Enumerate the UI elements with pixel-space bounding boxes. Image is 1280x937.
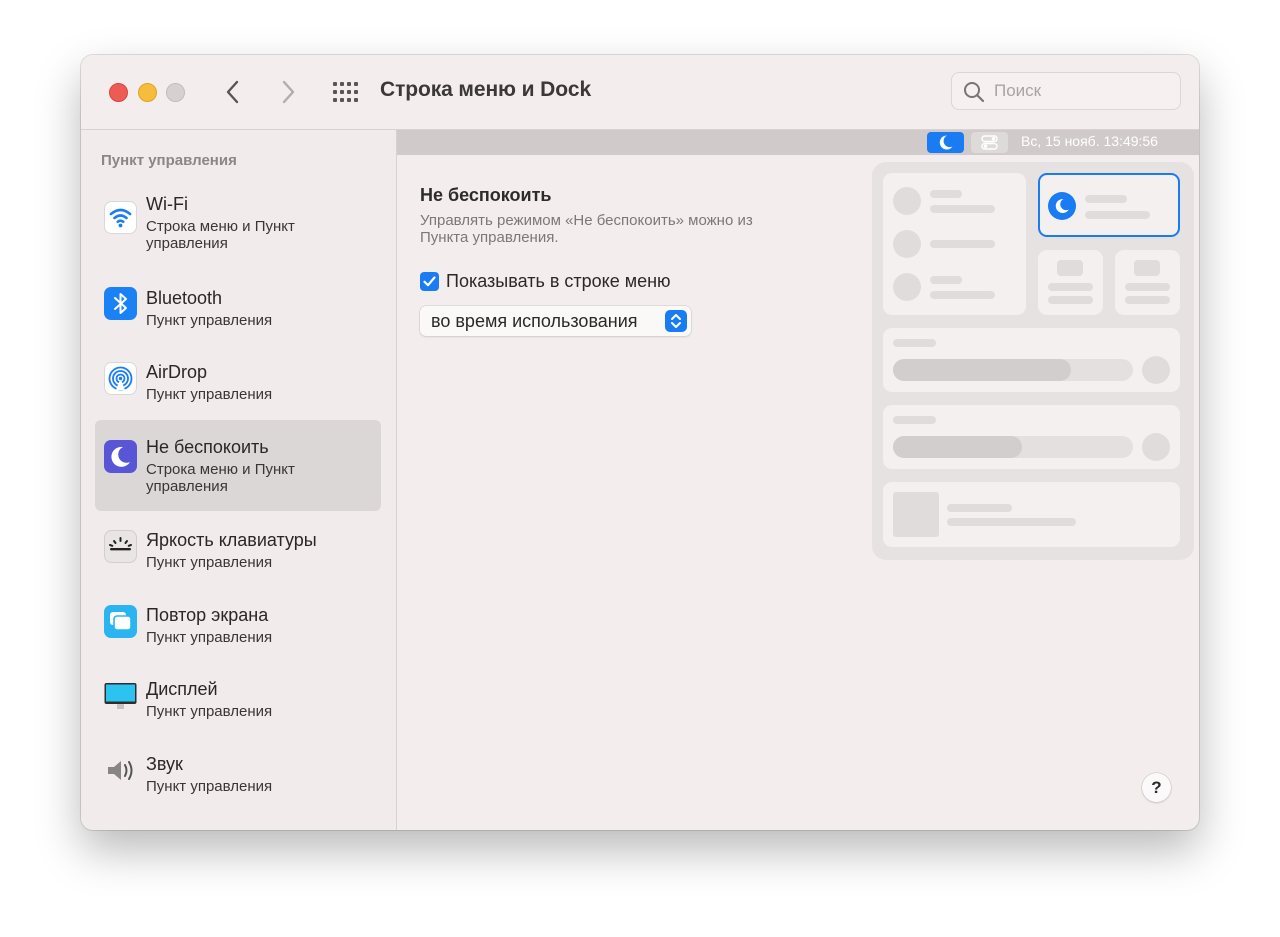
screen-mirroring-icon [104, 605, 137, 638]
keyboard-brightness-icon [104, 530, 137, 563]
sidebar-item-subtitle: Строка меню и Пункт управления [146, 461, 295, 495]
chevron-left-icon [226, 80, 239, 104]
sidebar-item-subtitle: Пункт управления [146, 778, 273, 795]
search-input[interactable] [994, 80, 1170, 102]
grid-icon [333, 82, 358, 102]
zoom-button[interactable] [166, 83, 185, 102]
preview-small-module [1115, 250, 1180, 315]
sidebar-item-screen-mirroring[interactable]: Повтор экрана Пункт управления [95, 602, 381, 654]
preview-connectivity-module [883, 173, 1026, 315]
preview-now-playing-module [883, 482, 1180, 547]
sidebar: Пункт управления Wi-Fi Строка меню и Пун… [81, 130, 397, 830]
menu-bar-dnd-item [927, 132, 964, 153]
control-center-icon [981, 135, 998, 150]
checkmark-icon [423, 276, 436, 287]
window-title: Строка меню и Dock [380, 78, 592, 101]
sidebar-item-keyboard-brightness[interactable]: Яркость клавиатуры Пункт управления [95, 527, 381, 579]
show-in-menu-bar-label[interactable]: Показывать в строке меню [446, 271, 671, 292]
moon-icon [1048, 192, 1076, 220]
search-field[interactable] [951, 72, 1181, 110]
moon-icon [104, 440, 137, 473]
sidebar-item-title: AirDrop [146, 362, 208, 382]
sidebar-section-header: Пункт управления [101, 152, 237, 169]
search-icon [964, 82, 985, 103]
speaker-icon [104, 754, 137, 787]
bluetooth-icon [104, 287, 137, 320]
sidebar-item-do-not-disturb[interactable]: Не беспокоить Строка меню и Пункт управл… [95, 420, 381, 511]
back-button[interactable] [222, 79, 246, 105]
popup-arrows-icon [665, 310, 687, 332]
show-in-menu-bar-checkbox[interactable] [420, 272, 439, 291]
forward-button[interactable] [276, 79, 300, 105]
preview-small-module [1038, 250, 1103, 315]
sidebar-item-subtitle: Пункт управления [146, 554, 273, 571]
sidebar-item-subtitle: Пункт управления [146, 629, 273, 646]
sidebar-item-sound[interactable]: Звук Пункт управления [95, 751, 381, 803]
sidebar-item-subtitle: Пункт управления [146, 312, 273, 329]
title-bar: Строка меню и Dock [81, 55, 1199, 130]
moon-icon [939, 135, 953, 150]
sidebar-item-display[interactable]: Дисплей Пункт управления [95, 676, 381, 728]
chevron-right-icon [282, 80, 295, 104]
sidebar-item-subtitle: Строка меню и Пункт управления [146, 218, 295, 252]
wifi-icon [104, 201, 137, 234]
show-mode-popup[interactable]: во время использования [420, 306, 691, 336]
display-icon [104, 679, 137, 712]
sidebar-item-subtitle: Пункт управления [146, 703, 273, 720]
section-title: Не беспокоить [420, 185, 552, 205]
control-center-preview [872, 162, 1194, 560]
sidebar-item-wifi[interactable]: Wi-Fi Строка меню и Пункт управления [95, 191, 381, 261]
close-button[interactable] [109, 83, 128, 102]
sidebar-item-subtitle: Пункт управления [146, 386, 273, 403]
preferences-window: Строка меню и Dock Пункт управления [81, 55, 1199, 830]
sidebar-item-bluetooth[interactable]: Bluetooth Пункт управления [95, 285, 381, 337]
airdrop-icon [104, 362, 137, 395]
preview-display-slider [883, 328, 1180, 392]
preview-sound-slider [883, 405, 1180, 469]
sidebar-item-title: Bluetooth [146, 288, 223, 308]
preview-dnd-module [1038, 173, 1180, 237]
menu-bar-control-center-item [971, 132, 1008, 153]
sidebar-item-title: Wi-Fi [146, 194, 188, 214]
minimize-button[interactable] [138, 83, 157, 102]
popup-value: во время использования [431, 311, 638, 331]
menu-bar-preview: Вс, 15 нояб. 13:49:56 [397, 130, 1199, 155]
help-button[interactable]: ? [1142, 773, 1171, 802]
sidebar-item-title: Не беспокоить [146, 437, 269, 457]
sidebar-item-title: Повтор экрана [146, 605, 269, 625]
show-all-button[interactable] [332, 82, 360, 102]
detail-pane: Не беспокоить Управлять режимом «Не бесп… [397, 155, 1199, 830]
sidebar-item-airdrop[interactable]: AirDrop Пункт управления [95, 359, 381, 411]
menu-bar-clock: Вс, 15 нояб. 13:49:56 [1021, 133, 1158, 149]
sidebar-item-title: Дисплей [146, 679, 218, 699]
sidebar-item-title: Яркость клавиатуры [146, 530, 317, 550]
sidebar-item-title: Звук [146, 754, 183, 774]
section-description: Управлять режимом «Не беспокоить» можно … [420, 212, 753, 246]
